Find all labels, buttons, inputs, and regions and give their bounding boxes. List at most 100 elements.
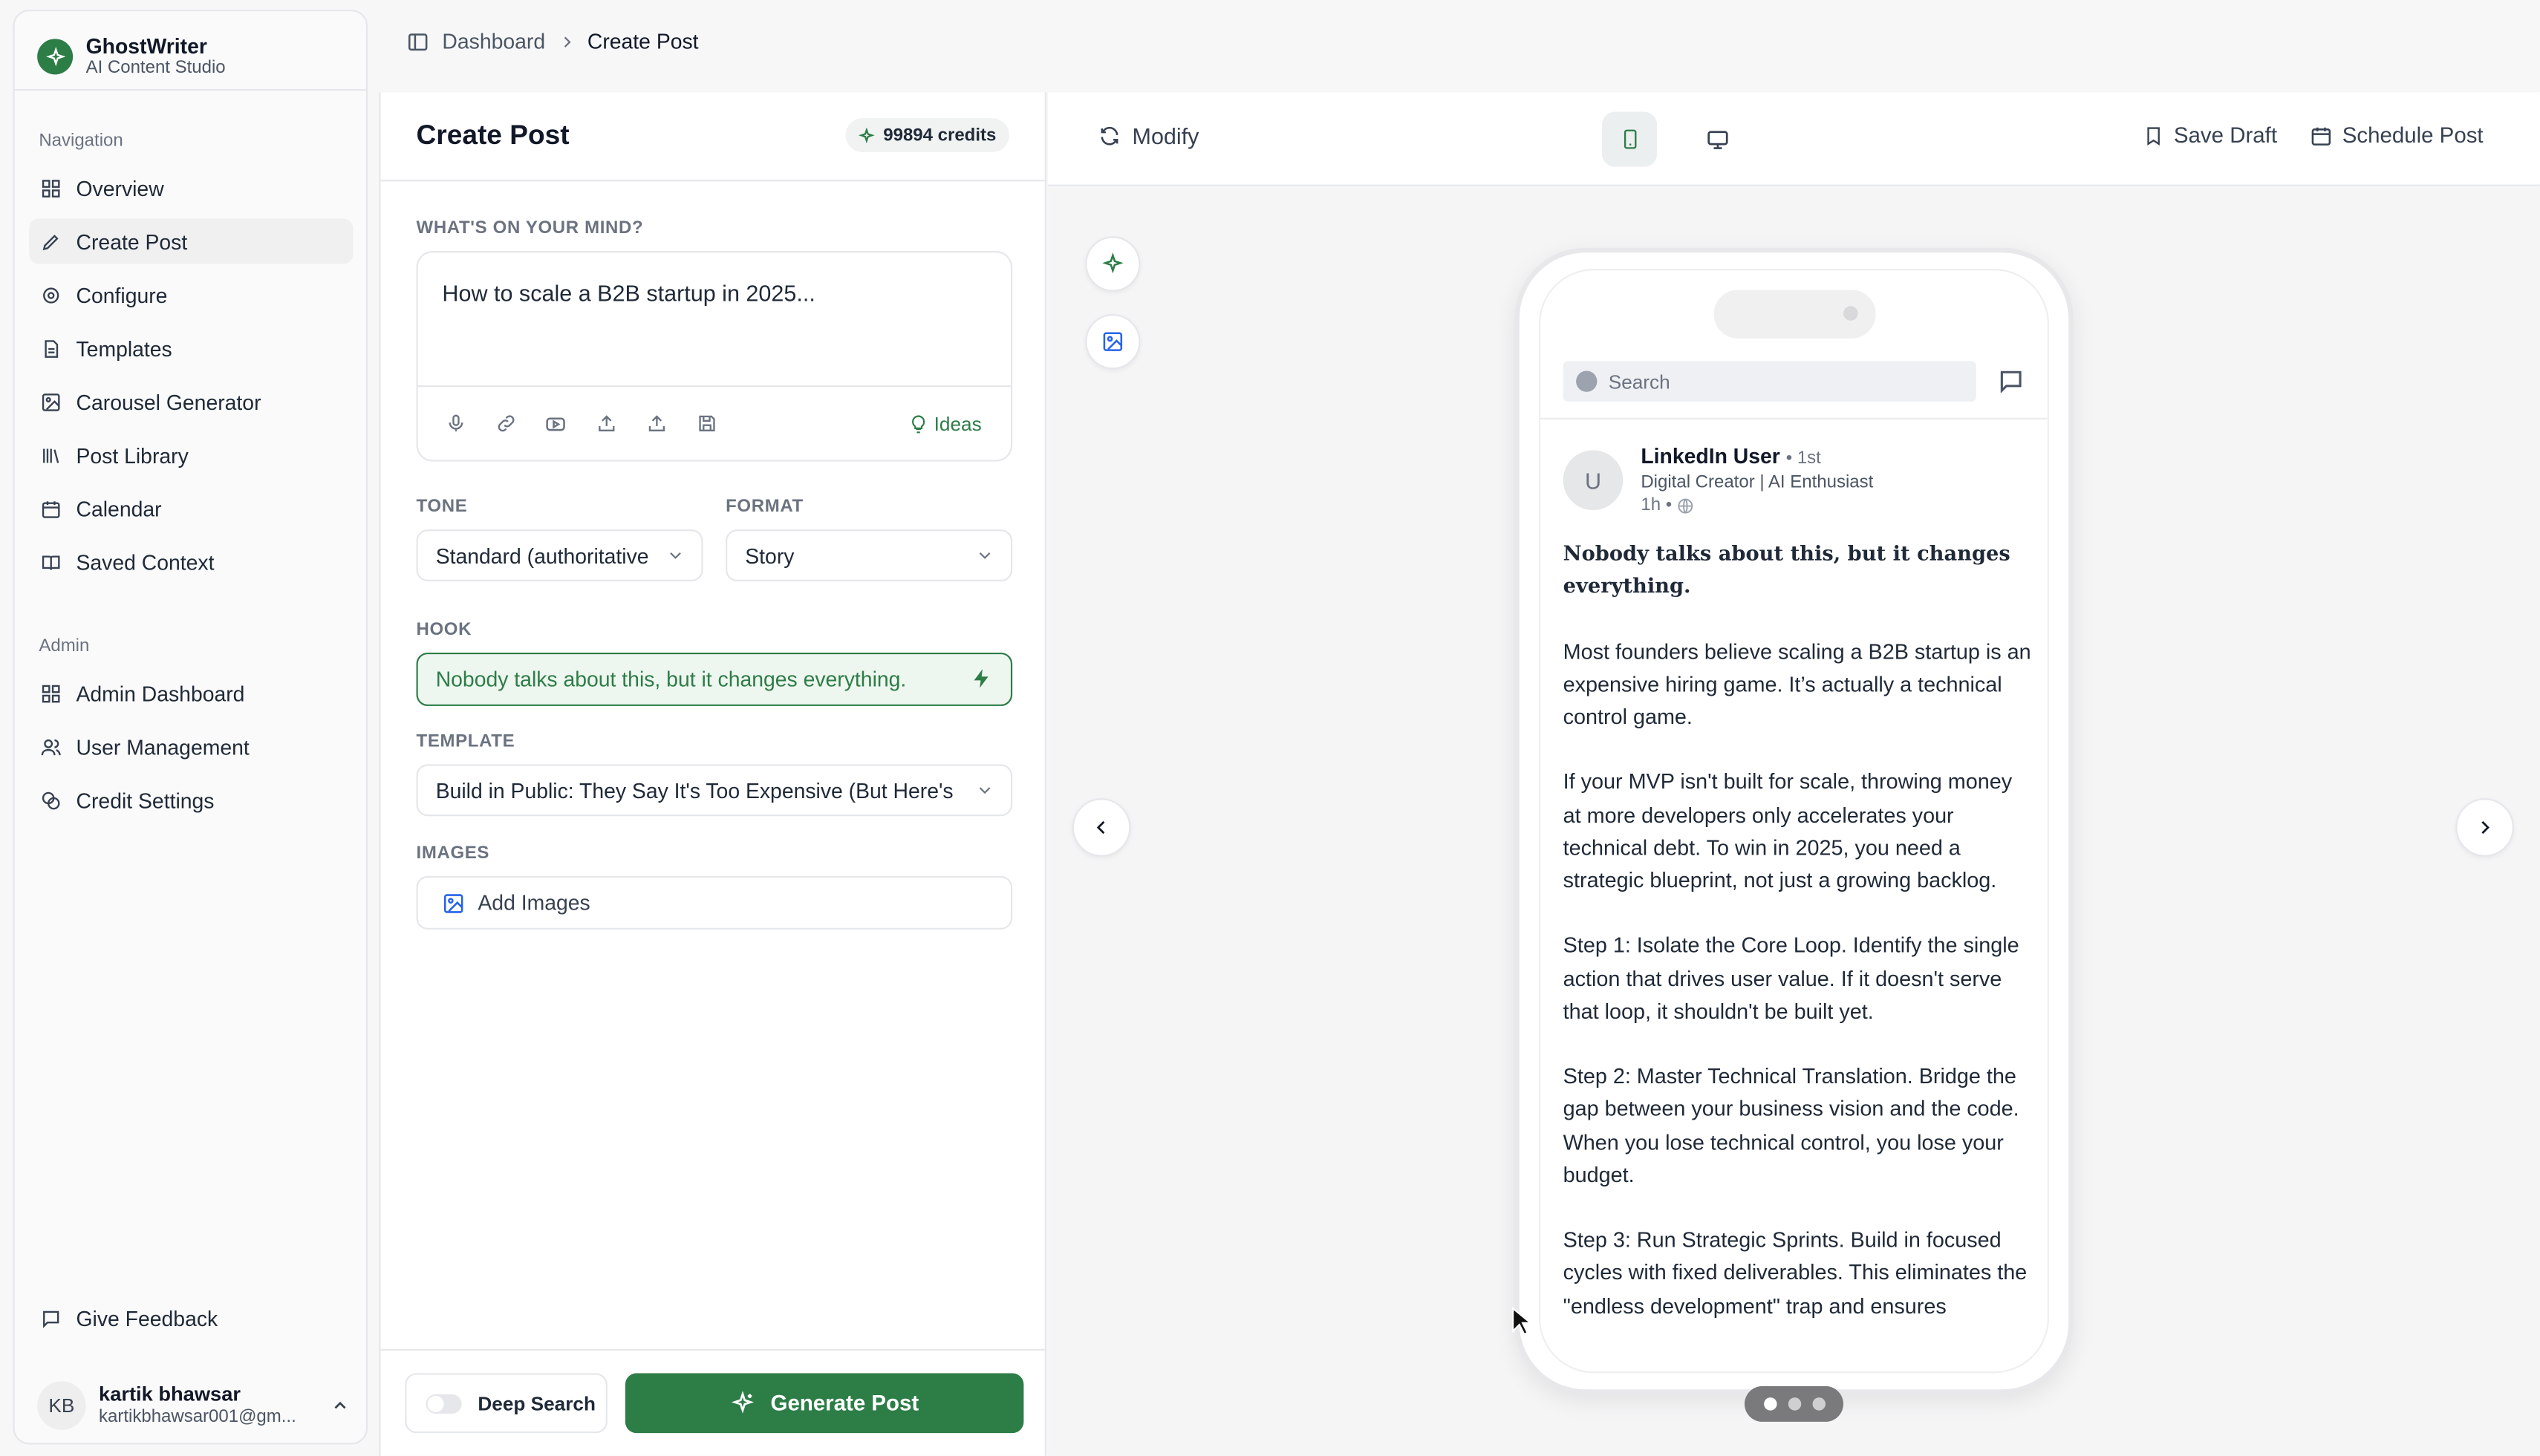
tone-select[interactable]: Standard (authoritative — [416, 529, 703, 581]
youtube-icon[interactable] — [541, 409, 570, 438]
monitor-icon — [1705, 127, 1730, 151]
sidebar-item-templates[interactable]: Templates — [29, 325, 353, 370]
deep-search-toggle[interactable]: Deep Search — [405, 1373, 608, 1434]
next-slide-button[interactable] — [2455, 798, 2514, 857]
sidebar-item-label: Carousel Generator — [76, 389, 261, 414]
sidebar-item-overview[interactable]: Overview — [29, 165, 353, 210]
sidebar-item-post-library[interactable]: Post Library — [29, 432, 353, 477]
tone-value: Standard (authoritative — [435, 543, 649, 568]
sidebar-item-calendar[interactable]: Calendar — [29, 486, 353, 531]
images-label: IMAGES — [416, 843, 490, 864]
bookmark-icon — [2143, 124, 2163, 147]
sidebar-toggle-icon[interactable] — [406, 30, 429, 53]
schedule-post-button[interactable]: Schedule Post — [2310, 123, 2484, 148]
post-time-text: 1h • — [1641, 495, 1673, 515]
prompt-text: How to scale a B2B startup in 2025... — [442, 280, 815, 307]
prompt-input[interactable]: How to scale a B2B startup in 2025... Id… — [416, 251, 1013, 462]
refresh-icon — [1098, 125, 1121, 148]
credits-badge: 99894 credits — [846, 118, 1009, 153]
format-value: Story — [745, 543, 795, 568]
slide-dot[interactable] — [1787, 1397, 1801, 1411]
breadcrumb-dashboard[interactable]: Dashboard — [442, 29, 545, 53]
prev-slide-button[interactable] — [1072, 798, 1131, 857]
sidebar-item-carousel-generator[interactable]: Carousel Generator — [29, 379, 353, 424]
gear-icon — [39, 283, 63, 307]
chevron-down-icon — [665, 546, 685, 565]
save-icon[interactable] — [691, 409, 720, 438]
deep-search-label: Deep Search — [478, 1391, 596, 1415]
toggle-switch[interactable] — [426, 1393, 462, 1413]
link-icon[interactable] — [491, 409, 520, 438]
chevron-right-icon — [559, 33, 575, 50]
add-images-button[interactable]: Add Images — [416, 875, 1013, 930]
chevron-up-icon — [330, 1396, 350, 1415]
sidebar-item-label: Saved Context — [76, 549, 215, 575]
nav-section-label: Navigation — [39, 131, 123, 151]
sidebar-item-label: Create Post — [76, 229, 188, 254]
sidebar-item-label: Templates — [76, 336, 172, 361]
prompt-label: WHAT'S ON YOUR MIND? — [416, 218, 644, 238]
phone-screen: Search U LinkedIn User • 1st Digital Cre… — [1538, 269, 2049, 1374]
hook-value: Nobody talks about this, but it changes … — [435, 667, 907, 692]
sidebar: GhostWriter AI Content Studio Navigation… — [13, 10, 368, 1445]
brand-subtitle: AI Content Studio — [85, 58, 226, 78]
lightbulb-icon — [908, 414, 928, 434]
sidebar-item-configure[interactable]: Configure — [29, 272, 353, 317]
modify-button[interactable]: Modify — [1098, 123, 1199, 149]
sparkle-icon — [730, 1391, 755, 1415]
upload-file-icon[interactable] — [642, 409, 671, 438]
message-icon[interactable] — [1997, 368, 2025, 395]
schedule-label: Schedule Post — [2342, 123, 2484, 148]
slide-dot[interactable] — [1763, 1397, 1777, 1411]
sidebar-item-label: Admin Dashboard — [76, 681, 245, 705]
upload-icon[interactable] — [591, 409, 620, 438]
ai-rewrite-button[interactable] — [1085, 236, 1141, 292]
brand[interactable]: GhostWriter AI Content Studio — [37, 34, 226, 79]
search-placeholder: Search — [1608, 370, 1670, 393]
preview-area: Search U LinkedIn User • 1st Digital Cre… — [1048, 187, 2540, 1456]
user-email: kartikbhawsar001@gm... — [99, 1407, 296, 1427]
user-menu[interactable]: KB kartik bhawsar kartikbhawsar001@gm... — [37, 1375, 353, 1437]
page-title: Create Post — [416, 120, 570, 151]
author-headline: Digital Creator | AI Enthusiast — [1641, 472, 1874, 493]
slide-indicator — [1744, 1385, 1843, 1422]
give-feedback-button[interactable]: Give Feedback — [29, 1296, 353, 1341]
ideas-button[interactable]: Ideas — [908, 413, 982, 436]
calendar-icon — [2310, 124, 2333, 147]
format-label: FORMAT — [726, 497, 804, 517]
brand-title: GhostWriter — [85, 33, 207, 59]
panel-header: Create Post 99894 credits — [380, 92, 1045, 182]
save-draft-button[interactable]: Save Draft — [2143, 123, 2277, 147]
desktop-view-button[interactable] — [1690, 111, 1745, 166]
sidebar-item-admin-dashboard[interactable]: Admin Dashboard — [29, 670, 353, 716]
sidebar-item-saved-context[interactable]: Saved Context — [29, 539, 353, 584]
format-select[interactable]: Story — [726, 529, 1013, 581]
sidebar-item-user-management[interactable]: User Management — [29, 724, 353, 769]
post-paragraph: Step 2: Master Technical Translation. Br… — [1563, 1064, 2019, 1187]
create-post-panel: Create Post 99894 credits WHAT'S ON YOUR… — [379, 92, 1046, 1456]
post-paragraph: If your MVP isn't built for scale, throw… — [1563, 769, 2013, 892]
hook-input[interactable]: Nobody talks about this, but it changes … — [416, 652, 1013, 706]
mobile-view-button[interactable] — [1602, 111, 1658, 167]
sidebar-item-label: Configure — [76, 282, 168, 307]
generate-post-button[interactable]: Generate Post — [625, 1373, 1024, 1434]
linkedin-search-bar[interactable]: Search — [1563, 361, 1976, 402]
post-paragraph: Step 1: Isolate the Core Loop. Identify … — [1563, 933, 2019, 1023]
sidebar-item-label: Overview — [76, 175, 164, 200]
slide-dot[interactable] — [1811, 1397, 1825, 1411]
chevron-right-icon — [2475, 817, 2495, 837]
template-select[interactable]: Build in Public: They Say It's Too Expen… — [416, 764, 1013, 817]
add-image-button[interactable] — [1085, 314, 1141, 370]
microphone-icon[interactable] — [440, 409, 469, 438]
book-icon — [39, 549, 63, 574]
smartphone-icon — [1619, 128, 1640, 151]
chevron-left-icon — [1092, 817, 1111, 837]
lightning-icon[interactable] — [970, 667, 993, 691]
tone-label: TONE — [416, 497, 468, 517]
sidebar-item-create-post[interactable]: Create Post — [29, 218, 354, 264]
users-icon — [39, 734, 63, 759]
sidebar-item-label: Calendar — [76, 496, 162, 521]
search-avatar-icon — [1576, 370, 1598, 392]
coins-icon — [39, 788, 63, 812]
sidebar-item-credit-settings[interactable]: Credit Settings — [29, 777, 353, 823]
